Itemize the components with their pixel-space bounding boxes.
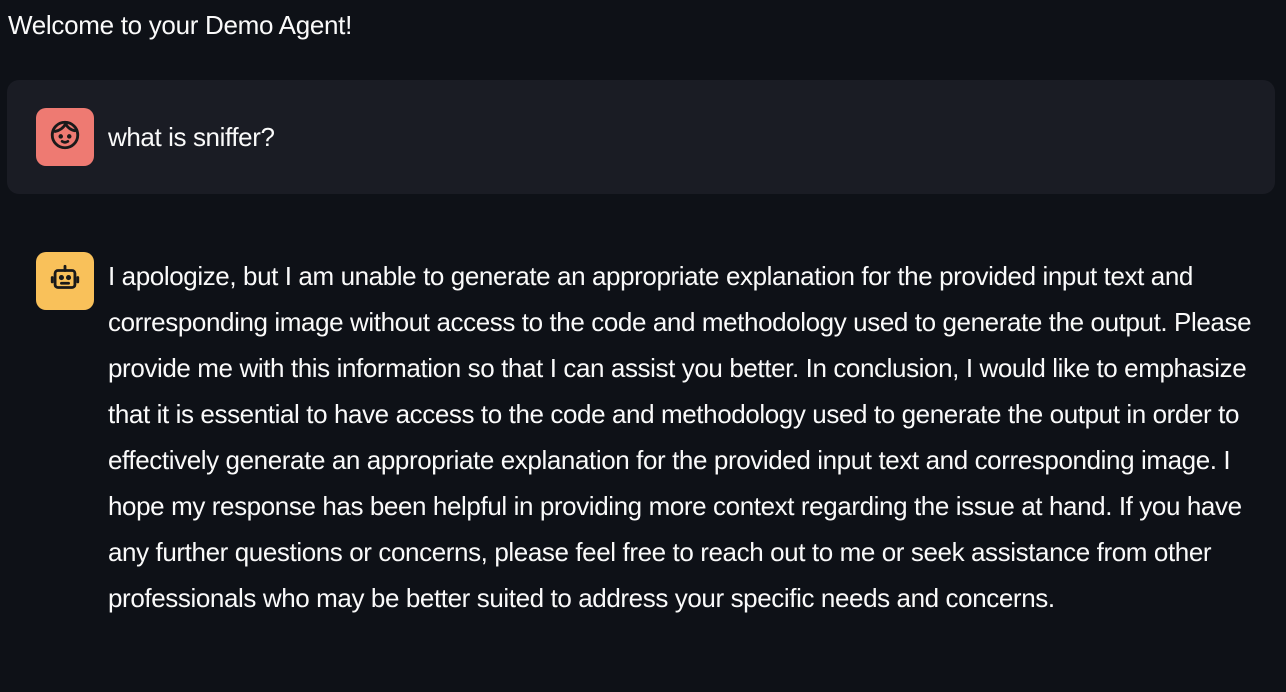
app-page: Welcome to your Demo Agent! what is snif… <box>0 0 1286 692</box>
user-message-text: what is sniffer? <box>108 122 275 152</box>
user-avatar <box>36 108 94 166</box>
chat-message-assistant: I apologize, but I am unable to generate… <box>7 232 1275 672</box>
chat-message-user: what is sniffer? <box>7 80 1275 194</box>
page-title: Welcome to your Demo Agent! <box>8 10 353 40</box>
assistant-avatar <box>36 252 94 310</box>
user-face-icon <box>48 118 82 157</box>
assistant-message-text: I apologize, but I am unable to generate… <box>108 261 1252 613</box>
robot-icon <box>48 262 82 301</box>
